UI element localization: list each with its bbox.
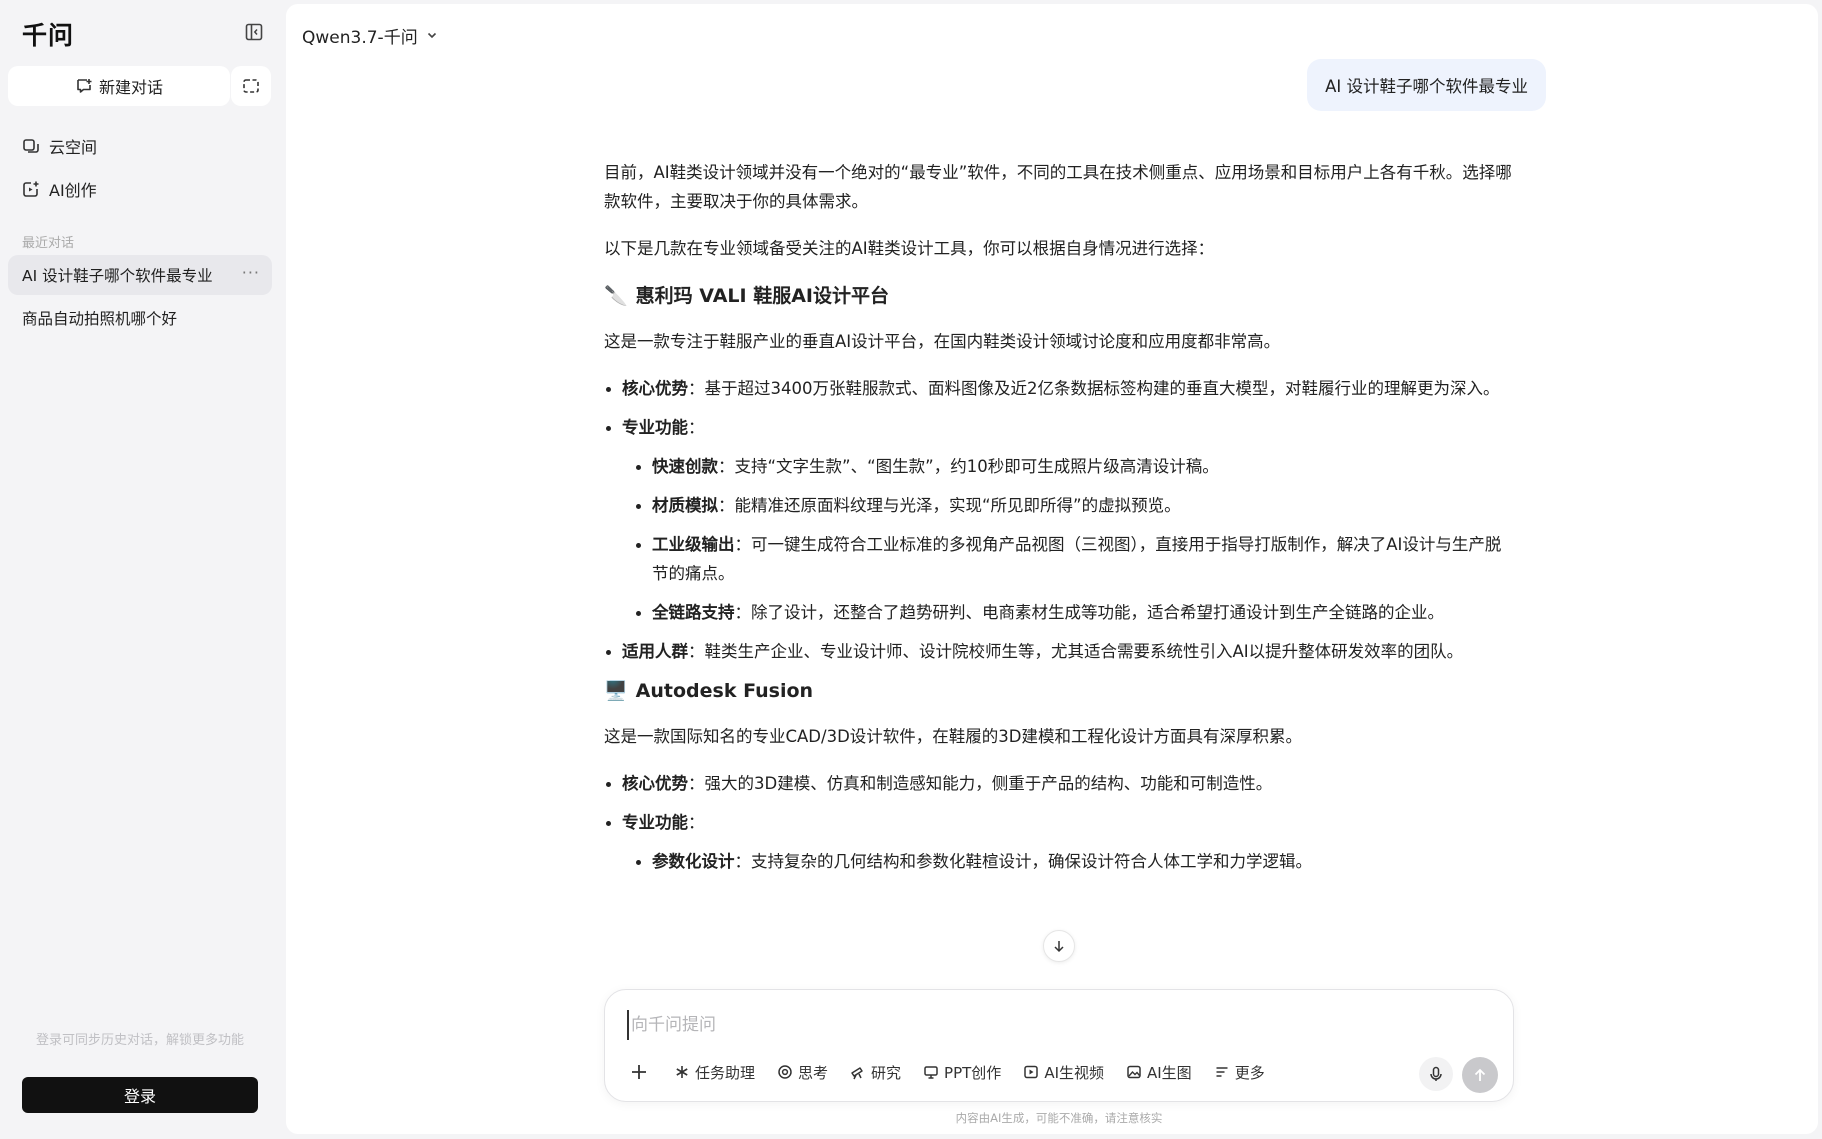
- answer-paragraph: 目前，AI鞋类设计领域并没有一个绝对的“最专业”软件，不同的工具在技术侧重点、应…: [604, 163, 1512, 211]
- attach-button[interactable]: [623, 1056, 661, 1088]
- plus-icon: [632, 1065, 646, 1079]
- list-item: 核心优势：强大的3D建模、仿真和制造感知能力，侧重于产品的结构、功能和可制造性。: [604, 769, 1514, 798]
- new-chat-button[interactable]: 新建对话: [8, 66, 230, 106]
- conversation-title: 商品自动拍照机哪个好: [22, 310, 178, 328]
- new-chat-icon: [77, 79, 92, 93]
- arrow-down-icon: [1054, 941, 1064, 953]
- answer-paragraph: 以下是几款在专业领域备受关注的AI鞋类设计工具，你可以根据自身情况进行选择：: [604, 239, 1215, 258]
- section-title: Autodesk Fusion: [635, 680, 814, 702]
- app-logo[interactable]: 千问: [22, 16, 74, 52]
- list-item: 参数化设计：支持复杂的几何结构和参数化鞋楦设计，确保设计符合人体工学和力学逻辑。: [634, 847, 1514, 876]
- section-description: 这是一款专注于鞋服产业的垂直AI设计平台，在国内鞋类设计领域讨论度和应用度都非常…: [604, 332, 1281, 351]
- voice-input-button[interactable]: [1419, 1057, 1453, 1091]
- arrow-up-icon: [1474, 1068, 1486, 1081]
- conversation-title: AI 设计鞋子哪个软件最专业: [22, 267, 213, 285]
- recent-conversations-label: 最近对话: [22, 236, 75, 251]
- sync-hint: 登录可同步历史对话，解锁更多功能: [35, 1033, 244, 1048]
- composer: 任务助理 思考 研究 PPT创作: [604, 989, 1514, 1102]
- research-icon: [851, 1067, 863, 1080]
- scroll-to-bottom-button[interactable]: [1043, 930, 1075, 962]
- temporary-chat-button[interactable]: [231, 66, 271, 106]
- more-tools-button[interactable]: 更多: [1205, 1056, 1274, 1088]
- new-chat-label: 新建对话: [98, 78, 163, 97]
- sidebar: 千问 新建对话 云空间 AI创作 最近对话 AI 设计鞋子哪个软件最专业 ···…: [0, 0, 286, 1139]
- assistant-answer: 目前，AI鞋类设计领域并没有一个绝对的“最专业”软件，不同的工具在技术侧重点、应…: [604, 158, 1514, 886]
- sidebar-item-ai-create[interactable]: AI创作: [22, 175, 97, 203]
- list-item: 专业功能：: [604, 413, 1514, 442]
- section-heading: 🖥️ Autodesk Fusion: [604, 676, 1514, 706]
- send-button[interactable]: [1462, 1057, 1498, 1093]
- list-item: 材质模拟：能精准还原面料纹理与光泽，实现“所见即所得”的虚拟预览。: [634, 491, 1514, 520]
- image-icon: [1127, 1065, 1141, 1079]
- conversation-item[interactable]: 商品自动拍照机哪个好: [8, 298, 272, 338]
- section-title: 惠利玛 VALI 鞋服AI设计平台: [635, 285, 889, 307]
- list-item: 全链路支持：除了设计，还整合了趋势研判、电商素材生成等功能，适合希望打通设计到生…: [634, 598, 1514, 627]
- research-button[interactable]: 研究: [841, 1056, 910, 1088]
- knife-emoji-icon: 🔪: [604, 285, 628, 307]
- cloud-space-icon: [23, 139, 39, 153]
- sidebar-item-label: AI创作: [49, 181, 97, 200]
- sidebar-item-cloud-space[interactable]: 云空间: [22, 132, 97, 160]
- ai-create-icon: [23, 181, 39, 197]
- task-assistant-button[interactable]: 任务助理: [665, 1056, 764, 1088]
- sidebar-item-label: 云空间: [49, 138, 98, 157]
- section-heading: 🔪 惠利玛 VALI 鞋服AI设计平台: [604, 281, 1514, 311]
- computer-emoji-icon: 🖥️: [604, 680, 628, 702]
- model-name: Qwen3.7-千问: [302, 27, 418, 48]
- user-message: AI 设计鞋子哪个软件最专业: [1307, 59, 1546, 111]
- ai-image-button[interactable]: AI生图: [1117, 1056, 1201, 1088]
- ai-disclaimer: 内容由AI生成，可能不准确，请注意核实: [955, 1111, 1163, 1125]
- list-item: 适用人群：鞋类生产企业、专业设计师、设计院校师生等，尤其适合需要系统性引入AI以…: [604, 637, 1514, 666]
- feature-list: 核心优势：强大的3D建模、仿真和制造感知能力，侧重于产品的结构、功能和可制造性。…: [604, 769, 1514, 876]
- feature-list: 核心优势：基于超过3400万张鞋服款式、面料图像及近2亿条数据标签构建的垂直大模…: [604, 374, 1514, 666]
- list-item: 核心优势：基于超过3400万张鞋服款式、面料图像及近2亿条数据标签构建的垂直大模…: [604, 374, 1514, 403]
- video-icon: [1024, 1065, 1039, 1079]
- list-item: 专业功能：: [604, 808, 1514, 837]
- composer-toolbar: 任务助理 思考 研究 PPT创作 AI生视频 AI生图 更多: [623, 1056, 1274, 1088]
- list-item: 工业级输出：可一键生成符合工业标准的多视角产品视图（三视图），直接用于指导打版制…: [634, 530, 1514, 588]
- list-item: 快速创款：支持“文字生款”、“图生款”，约10秒即可生成照片级高清设计稿。: [634, 452, 1514, 481]
- model-selector[interactable]: Qwen3.7-千问: [302, 20, 438, 50]
- think-icon: [778, 1065, 792, 1079]
- ppt-create-button[interactable]: PPT创作: [914, 1056, 1010, 1088]
- chat-main: Qwen3.7-千问 AI 设计鞋子哪个软件最专业 目前，AI鞋类设计领域并没有…: [286, 4, 1818, 1134]
- prompt-input[interactable]: [627, 1010, 1487, 1040]
- ai-video-button[interactable]: AI生视频: [1014, 1056, 1113, 1088]
- collapse-sidebar-button[interactable]: [242, 20, 266, 44]
- conversation-more-button[interactable]: ···: [242, 263, 260, 282]
- ppt-icon: [924, 1066, 938, 1079]
- dashed-square-icon: [243, 79, 259, 93]
- think-button[interactable]: 思考: [768, 1056, 837, 1088]
- more-lines-icon: [1216, 1067, 1228, 1077]
- chevron-down-icon: [427, 32, 436, 39]
- asterisk-icon: [676, 1066, 688, 1078]
- section-description: 这是一款国际知名的专业CAD/3D设计软件，在鞋履的3D建模和工程化设计方面具有…: [604, 727, 1302, 746]
- login-button[interactable]: 登录: [22, 1077, 258, 1113]
- microphone-icon: [1430, 1066, 1442, 1081]
- conversation-item-active[interactable]: AI 设计鞋子哪个软件最专业 ···: [8, 255, 272, 295]
- sidebar-collapse-icon: [245, 23, 263, 41]
